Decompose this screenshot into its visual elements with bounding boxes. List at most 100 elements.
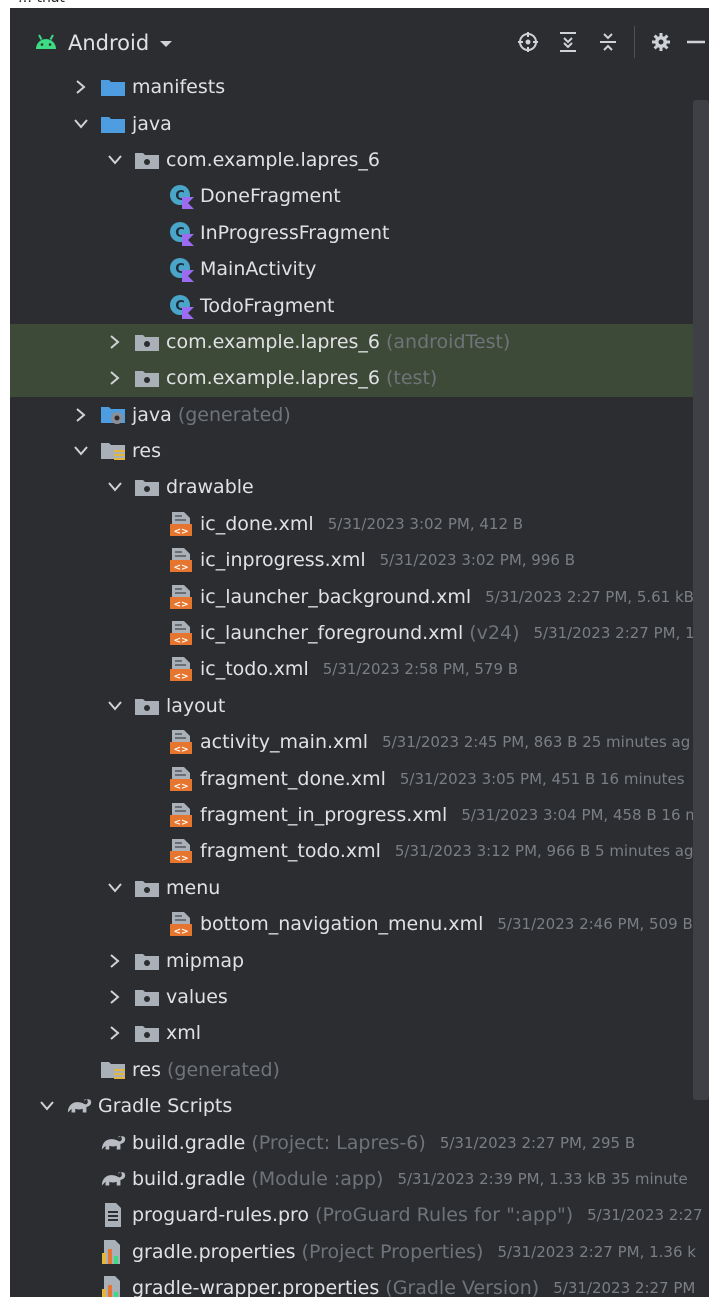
tree-node-label: menu: [166, 876, 221, 899]
tree-node-label: fragment_in_progress.xml: [200, 804, 448, 826]
properties-file-icon: [100, 1275, 126, 1297]
svg-text:<>: <>: [173, 818, 188, 828]
tree-node-fragment-in-progress[interactable]: <> fragment_in_progress.xml 5/31/2023 3:04…: [10, 797, 709, 833]
chevron-right-icon[interactable]: [70, 404, 92, 426]
tree-node-pkg-main[interactable]: com.example.lapres_6: [10, 142, 709, 178]
tree-node-label: TodoFragment: [200, 294, 335, 317]
package-icon: [134, 875, 160, 901]
tree-node-gradle-scripts[interactable]: Gradle Scripts: [10, 1088, 709, 1124]
chevron-right-icon[interactable]: [104, 331, 126, 353]
view-selector[interactable]: Android: [34, 28, 173, 58]
tree-node-label: Gradle Scripts: [98, 1095, 233, 1118]
tree-node-bottom-nav-menu[interactable]: <> bottom_navigation_menu.xml 5/31/2023 2:…: [10, 906, 709, 942]
tree-node-res-generated[interactable]: res (generated): [10, 1052, 709, 1088]
tree-node-res[interactable]: res: [10, 433, 709, 469]
tree-node-build-gradle-module[interactable]: build.gradle (Module :app) 5/31/2023 2:39 …: [10, 1161, 709, 1197]
chevron-down-icon[interactable]: [70, 440, 92, 462]
tree-node-activity-main[interactable]: <> activity_main.xml 5/31/2023 2:45 PM, 86…: [10, 724, 709, 760]
tree-node-fragment-done[interactable]: <> fragment_done.xml 5/31/2023 3:05 PM, 45…: [10, 760, 709, 796]
tree-node-label: build.gradle: [132, 1131, 246, 1154]
folder-icon: [100, 74, 126, 100]
tree-node-todo-fragment[interactable]: C TodoFragment: [10, 287, 709, 323]
tree-node-fragment-todo[interactable]: <> fragment_todo.xml 5/31/2023 3:12 PM, 96…: [10, 833, 709, 869]
vertical-scrollbar[interactable]: [693, 100, 709, 1100]
tree-node-values[interactable]: values: [10, 979, 709, 1015]
tree-node-qualifier: (v24): [469, 622, 520, 645]
chevron-down-icon[interactable]: [70, 113, 92, 135]
file-meta: 5/31/2023 2:27 PM, 1.7: [533, 624, 709, 643]
tree-node-label: res: [132, 440, 161, 463]
locate-file-button[interactable]: [508, 26, 548, 58]
tree-node-gradle-properties[interactable]: gradle.properties (Project Properties) 5/3…: [10, 1234, 709, 1270]
chevron-right-icon[interactable]: [104, 950, 126, 972]
tree-node-build-gradle-project[interactable]: build.gradle (Project: Lapres-6) 5/31/2023…: [10, 1124, 709, 1160]
tree-node-label: xml: [166, 1022, 202, 1045]
tree-node-ic-inprogress[interactable]: <> ic_inprogress.xml 5/31/2023 3:02 PM, 99…: [10, 542, 709, 578]
tree-node-main-activity[interactable]: C MainActivity: [10, 251, 709, 287]
chevron-right-icon[interactable]: [104, 986, 126, 1008]
toolbar-separator: [634, 26, 635, 58]
chevron-down-icon[interactable]: [36, 1095, 58, 1117]
tree-node-pkg-test[interactable]: com.example.lapres_6 (test): [10, 360, 709, 397]
tree-node-menu[interactable]: menu: [10, 870, 709, 906]
file-meta: 5/31/2023 3:04 PM, 458 B 16 m: [461, 806, 700, 824]
chevron-down-icon: [159, 34, 173, 53]
xml-file-icon: <>: [168, 584, 194, 610]
svg-text:<>: <>: [173, 782, 188, 792]
tree-node-label: layout: [166, 694, 226, 717]
tree-node-ic-launcher-fg[interactable]: <> ic_launcher_foreground.xml (v24) 5/31/20…: [10, 615, 709, 651]
tree-node-mipmap[interactable]: mipmap: [10, 942, 709, 978]
kotlin-class-icon: C: [168, 183, 194, 210]
tree-node-xml[interactable]: xml: [10, 1015, 709, 1051]
tree-node-label: com.example.lapres_6: [166, 330, 380, 353]
chevron-down-icon[interactable]: [104, 476, 126, 498]
properties-file-icon: [100, 1239, 126, 1265]
tree-node-label: com.example.lapres_6: [166, 148, 380, 171]
file-meta: 5/31/2023 2:58 PM, 579 B: [322, 660, 519, 679]
chevron-right-icon[interactable]: [104, 367, 126, 389]
tree-node-gradle-wrapper-properties[interactable]: gradle-wrapper.properties (Gradle Version…: [10, 1270, 709, 1297]
file-meta: 5/31/2023 2:27 PM: [553, 1279, 696, 1297]
tree-node-inprogress-fragment[interactable]: C InProgressFragment: [10, 215, 709, 251]
expand-all-button[interactable]: [548, 26, 588, 58]
tree-node-label: ic_todo.xml: [200, 658, 309, 681]
chevron-right-icon[interactable]: [70, 76, 92, 98]
tree-node-layout[interactable]: layout: [10, 688, 709, 724]
tree-node-ic-todo[interactable]: <> ic_todo.xml 5/31/2023 2:58 PM, 579 B: [10, 651, 709, 687]
collapse-all-button[interactable]: [588, 26, 628, 58]
file-meta: 5/31/2023 3:02 PM, 996 B: [379, 551, 575, 570]
tree-node-pkg-androidtest[interactable]: com.example.lapres_6 (androidTest): [10, 323, 709, 361]
tree-node-ic-done[interactable]: <> ic_done.xml 5/31/2023 3:02 PM, 412 B: [10, 506, 709, 542]
project-toolbar: Android: [10, 8, 709, 76]
xml-file-icon: <>: [168, 511, 194, 537]
tree-node-manifests[interactable]: manifests: [10, 69, 709, 105]
package-icon: [134, 1020, 160, 1046]
file-meta: 5/31/2023 2:46 PM, 509 B: [497, 915, 693, 934]
svg-text:<>: <>: [173, 636, 188, 646]
tree-node-ic-launcher-bg[interactable]: <> ic_launcher_background.xml 5/31/2023 2:…: [10, 578, 709, 614]
resources-folder-icon: [100, 1057, 126, 1083]
tree-node-proguard-rules[interactable]: proguard-rules.pro (ProGuard Rules for ":…: [10, 1197, 709, 1233]
tree-node-java[interactable]: java: [10, 105, 709, 141]
tree-node-label: com.example.lapres_6: [166, 367, 380, 390]
tree-node-drawable[interactable]: drawable: [10, 469, 709, 505]
chevron-down-icon[interactable]: [104, 695, 126, 717]
chevron-right-icon[interactable]: [104, 1022, 126, 1044]
tree-node-label: mipmap: [166, 949, 245, 972]
chevron-down-icon[interactable]: [104, 877, 126, 899]
settings-button[interactable]: [641, 26, 681, 58]
file-meta: 5/31/2023 2:27 PM, 5.61 kB: [485, 587, 694, 606]
view-name: Android: [68, 31, 150, 55]
tree-node-label: fragment_todo.xml: [200, 840, 381, 863]
tree-node-qualifier: (androidTest): [386, 330, 511, 353]
kotlin-class-icon: C: [168, 256, 194, 283]
tree-node-java-generated[interactable]: java (generated): [10, 397, 709, 433]
svg-text:<>: <>: [173, 854, 188, 864]
tree-node-qualifier: (Project: Lapres-6): [251, 1131, 426, 1154]
tree-node-done-fragment[interactable]: C DoneFragment: [10, 178, 709, 214]
hide-panel-button[interactable]: [681, 26, 709, 58]
chevron-down-icon[interactable]: [104, 149, 126, 171]
svg-text:<>: <>: [173, 600, 188, 610]
project-panel: Android manifests java com.example.lapre…: [10, 8, 709, 1297]
tree-node-qualifier: (Gradle Version): [385, 1277, 540, 1297]
